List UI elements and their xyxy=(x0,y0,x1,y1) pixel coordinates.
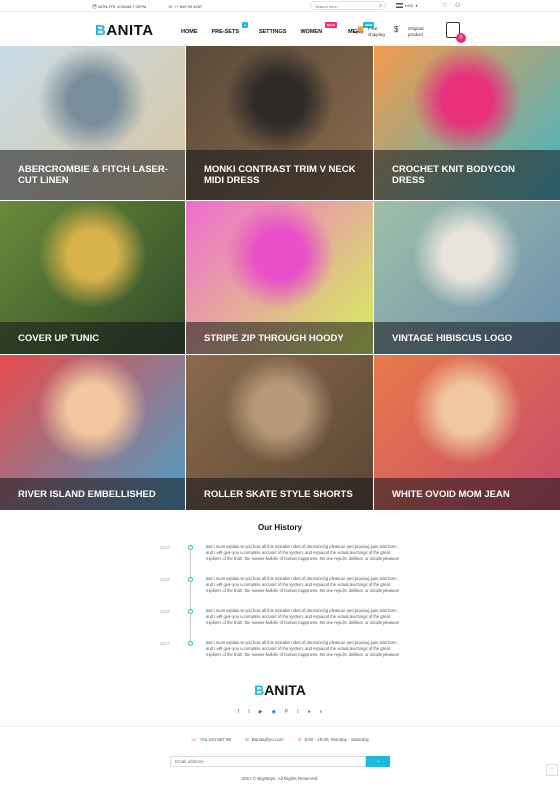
nav-item-settings[interactable]: SETTINGS xyxy=(259,29,287,35)
footer-contacts: ☏ +01 234 567 89 ✉ Banita@yo.com ◷ 8:00 - 1… xyxy=(0,737,560,743)
timeline-year: 2017 xyxy=(160,641,171,646)
currency-selector[interactable]: USD ▾ xyxy=(396,3,417,8)
phone-text: +7 849 95 4287 xyxy=(174,4,203,9)
nav-item-label: HOME xyxy=(181,29,198,35)
product-grid: ABERCROMBIE & FITCH LASER-CUT LINEN MONKI… xyxy=(0,46,560,510)
product-tile[interactable]: RIVER ISLAND EMBELLISHED xyxy=(0,355,185,510)
product-tile[interactable]: STRIPE ZIP THROUGH HOODY xyxy=(186,201,373,354)
main-header: BANITA HOME PRE-SETS● SETTINGS WOMENSALE MEN… xyxy=(0,12,560,46)
newsletter-submit-button[interactable]: → xyxy=(366,756,390,767)
footer-logo-text: ANITA xyxy=(264,682,306,698)
top-bar: ⏰ MON-FRI: 8:30AM-7:30PM ☏ +7 849 95 428… xyxy=(0,0,560,12)
timeline-dot xyxy=(188,577,193,582)
product-title[interactable]: VINTAGE HIBISCUS LOGO xyxy=(374,322,560,354)
newsletter-form: → xyxy=(170,756,390,767)
product-title[interactable]: CROCHET KNIT BODYCON DRESS xyxy=(374,150,560,200)
currency-label: USD xyxy=(405,3,414,8)
timeline-year: 2015 xyxy=(160,577,171,582)
cart-count-badge: 0 xyxy=(456,33,466,43)
footer-email[interactable]: ✉ Banita@yo.com xyxy=(245,737,284,743)
heart-icon[interactable]: ♡ xyxy=(442,2,447,9)
footer-logo[interactable]: BANITA xyxy=(0,682,560,698)
facebook-icon[interactable]: f xyxy=(238,709,239,715)
free-shipping-info: 🚚 Free shipping xyxy=(354,26,385,37)
main-nav: HOME PRE-SETS● SETTINGS WOMENSALE MENNEW xyxy=(181,22,375,35)
nav-item-label: SETTINGS xyxy=(258,29,287,35)
nav-badge: SALE xyxy=(325,22,338,28)
product-title[interactable]: ROLLER SKATE STYLE SHORTS xyxy=(186,478,373,510)
instagram-icon[interactable]: ◉ xyxy=(272,709,276,715)
timeline-text: But I must explain to you how all this m… xyxy=(206,544,400,561)
scroll-top-button[interactable]: ⌃ xyxy=(546,764,558,776)
footer-phone[interactable]: ☏ +01 234 567 89 xyxy=(191,737,231,743)
product-tile[interactable]: ROLLER SKATE STYLE SHORTS xyxy=(186,355,373,510)
newsletter-email-input[interactable] xyxy=(170,756,366,767)
timeline-text: But I must explain to you how all this m… xyxy=(206,608,400,625)
clock-icon: ◷ xyxy=(297,737,302,742)
product-tile[interactable]: ABERCROMBIE & FITCH LASER-CUT LINEN xyxy=(0,46,185,200)
search-icon[interactable]: ⌕ xyxy=(379,3,382,9)
product-tile[interactable]: CROCHET KNIT BODYCON DRESS xyxy=(374,46,560,200)
timeline-dot xyxy=(188,609,193,614)
product-title[interactable]: ABERCROMBIE & FITCH LASER-CUT LINEN xyxy=(0,150,185,200)
timeline-dot xyxy=(188,545,193,550)
badge-check-icon: $ xyxy=(394,25,399,34)
youtube-icon[interactable]: ▶ xyxy=(259,709,263,715)
chevron-down-icon: ▾ xyxy=(415,3,418,8)
logo-accent-letter: B xyxy=(95,22,107,39)
timeline-text: But I must explain to you how all this m… xyxy=(206,640,400,657)
nav-badge: ● xyxy=(242,22,248,28)
free-shipping-line2: shipping xyxy=(368,31,385,37)
nav-item-women[interactable]: WOMENSALE xyxy=(300,22,338,35)
mail-icon: ✉ xyxy=(244,737,249,742)
footer-email-text: Banita@yo.com xyxy=(251,737,284,742)
twitter-icon[interactable]: t xyxy=(248,709,249,715)
product-title[interactable]: RIVER ISLAND EMBELLISHED xyxy=(0,478,185,510)
phone-icon: ☏ xyxy=(190,737,197,742)
search-box[interactable]: ⌕ xyxy=(310,1,386,10)
vimeo-icon[interactable]: v xyxy=(320,709,323,715)
product-title[interactable]: STRIPE ZIP THROUGH HOODY xyxy=(186,322,373,354)
original-product-info: $ Original product xyxy=(394,26,424,37)
product-tile[interactable]: VINTAGE HIBISCUS LOGO xyxy=(374,201,560,354)
tumblr-icon[interactable]: t xyxy=(297,709,298,715)
pinterest-icon[interactable]: P xyxy=(285,709,288,715)
product-tile[interactable]: MONKI CONTRAST TRIM V NECK MIDI DRESS xyxy=(186,46,373,200)
product-tile[interactable]: WHITE OVOID MOM JEAN xyxy=(374,355,560,510)
social-links: f t ▶ ◉ Pt ● v xyxy=(0,709,560,715)
footer-divider xyxy=(0,726,560,727)
footer-hours: ◷ 8:00 - 19:00, Monday - Saturday xyxy=(298,737,369,743)
product-title[interactable]: WHITE OVOID MOM JEAN xyxy=(374,478,560,510)
product-title[interactable]: MONKI CONTRAST TRIM V NECK MIDI DRESS xyxy=(186,150,373,200)
truck-icon: 🚚 xyxy=(354,25,364,34)
cart-icon[interactable]: 0 xyxy=(446,22,466,43)
logo-text: ANITA xyxy=(106,22,154,39)
timeline-line xyxy=(190,545,191,645)
timeline-year: 2016 xyxy=(160,609,171,614)
nav-item-presets[interactable]: PRE-SETS● xyxy=(211,22,248,35)
product-tile[interactable]: COVER UP TUNIC xyxy=(0,201,185,354)
search-input[interactable] xyxy=(315,4,373,9)
nav-item-label: PRE-SETS xyxy=(211,29,240,35)
product-title[interactable]: COVER UP TUNIC xyxy=(0,322,185,354)
us-flag-icon xyxy=(396,3,403,8)
nav-item-home[interactable]: HOME xyxy=(181,29,198,35)
footer-logo-accent: B xyxy=(254,682,265,698)
snapchat-icon[interactable]: ● xyxy=(308,709,311,715)
original-product-line1: Original xyxy=(408,26,424,31)
footer-phone-text: +01 234 567 89 xyxy=(199,737,231,742)
business-hours: ⏰ MON-FRI: 8:30AM-7:30PM xyxy=(92,4,147,9)
timeline-dot xyxy=(188,641,193,646)
original-product-line2: product xyxy=(408,31,424,37)
phone-number[interactable]: ☏ +7 849 95 4287 xyxy=(168,4,202,9)
copyright-text: 2017 © BigSteps. All Rights Reserved. xyxy=(241,776,319,781)
history-title: Our History xyxy=(257,523,302,532)
nav-item-label: WOMEN xyxy=(300,29,323,35)
timeline-text: But I must explain to you how all this m… xyxy=(206,576,400,593)
timeline-year: 2013 xyxy=(160,545,171,550)
footer-hours-text: 8:00 - 19:00, Monday - Saturday xyxy=(304,737,370,742)
logo[interactable]: BANITA xyxy=(95,22,154,39)
user-icon[interactable]: ⚇ xyxy=(455,2,460,9)
business-hours-text: MON-FRI: 8:30AM-7:30PM xyxy=(98,4,147,9)
